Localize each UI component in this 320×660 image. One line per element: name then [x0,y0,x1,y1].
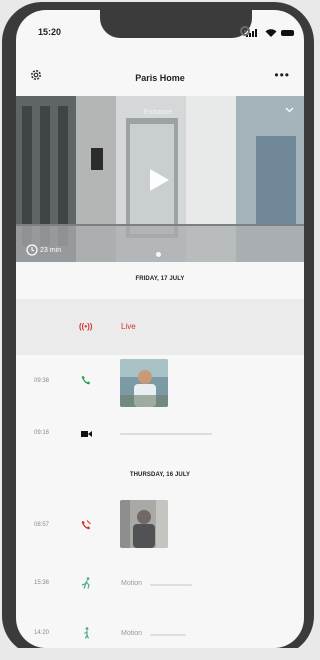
event-label: Motion [121,580,143,587]
phone-frame: 15:20 Paris Home ••• Entrance 23 min FRI… [2,2,314,656]
placeholder-text [120,433,212,435]
carousel-dot [156,252,161,257]
bottom-strip [0,648,318,660]
missed-call-icon [81,520,91,530]
event-time: 14:20 [34,630,50,636]
live-broadcast-icon: ((•)) [79,322,93,331]
live-row[interactable]: ((•)) Live [16,299,304,355]
battery-icon [281,30,294,36]
event-label: Motion [121,630,143,637]
camera-label: Entrance [144,109,173,116]
snapshot-thumbnail[interactable] [120,500,168,548]
app-screen: 15:20 Paris Home ••• Entrance 23 min FRI… [16,10,304,648]
snapshot-thumbnail[interactable] [120,359,168,407]
play-icon[interactable] [148,168,170,192]
event-time: 08:57 [34,522,50,528]
phone-icon [81,375,91,385]
event-row[interactable]: 09:16 [16,422,304,444]
day-header: THURSDAY, 16 JULY [129,472,191,478]
page-title: Paris Home [135,73,185,83]
clock-icon [26,244,38,256]
recording-duration: 23 min [40,247,62,254]
notch [100,10,252,38]
event-row[interactable]: 09:38 [16,356,304,414]
event-row[interactable]: 08:57 [16,496,304,554]
day-header: FRIDAY, 17 JULY [135,276,185,282]
video-preview[interactable]: Entrance 23 min [16,96,304,262]
chevron-down-icon[interactable] [285,107,294,113]
top-bar: Paris Home ••• [16,68,304,90]
event-row[interactable]: 14:20 Motion [16,622,304,646]
event-time: 09:16 [34,430,50,436]
motion-icon [81,577,90,589]
status-time: 15:20 [38,27,62,37]
placeholder-text [150,584,192,586]
event-row[interactable]: 15:36 Motion [16,572,304,596]
live-label: Live [121,322,136,331]
event-time: 15:36 [34,580,50,586]
video-camera-icon [81,431,92,437]
event-time: 09:38 [34,378,50,384]
motion-icon [84,627,90,639]
wifi-icon [265,29,277,37]
placeholder-text [150,634,186,636]
more-options-icon[interactable]: ••• [274,68,290,82]
camera-lens-icon [240,26,250,36]
